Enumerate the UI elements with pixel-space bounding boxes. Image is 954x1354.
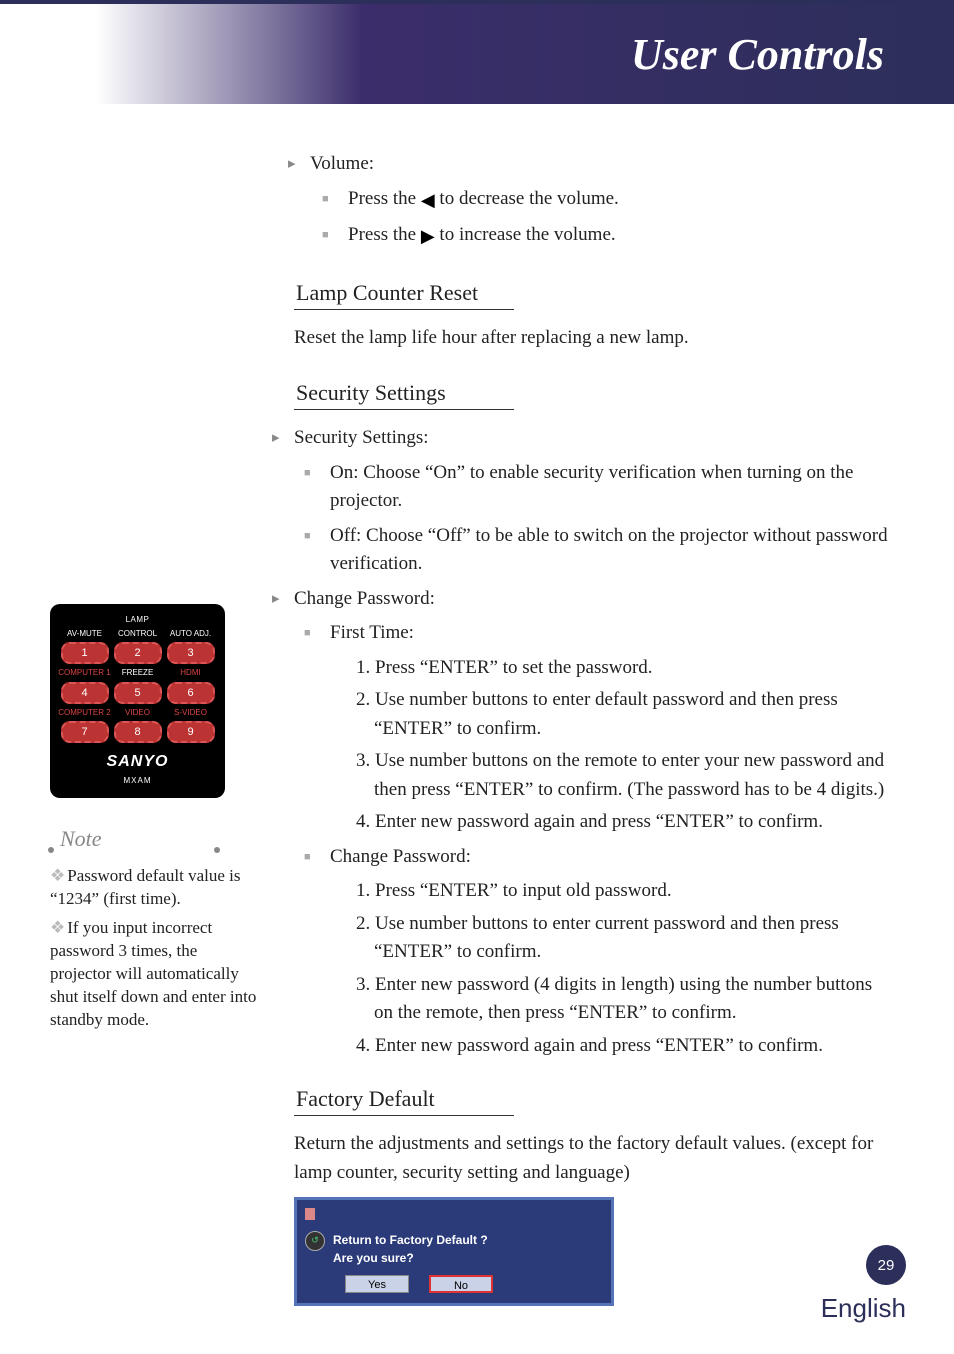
- note-item: ❖Password default value is “1234” (first…: [50, 865, 260, 911]
- first-time-step: 1. Press “ENTER” to set the password.: [356, 654, 894, 683]
- remote-label: AV-MUTE: [58, 628, 110, 639]
- volume-increase: Press the to increase the volume.: [344, 221, 894, 252]
- remote-button-9: 9: [167, 721, 215, 743]
- volume-decrease: Press the to decrease the volume.: [344, 185, 894, 216]
- diamond-bullet-icon: ❖: [50, 918, 65, 937]
- remote-label: HDMI: [164, 667, 216, 678]
- security-heading: Security Settings: [294, 376, 514, 410]
- remote-label: AUTO ADJ.: [164, 628, 216, 639]
- text: Press the: [348, 188, 421, 209]
- first-time-step: 3. Use number buttons on the remote to e…: [356, 747, 894, 804]
- main-content: Volume: Press the to decrease the volume…: [260, 144, 894, 1306]
- remote-button-7: 7: [61, 721, 109, 743]
- volume-heading: Volume:: [310, 150, 894, 179]
- remote-label: S-VIDEO: [164, 707, 216, 718]
- change-label: Change Password:: [326, 843, 894, 872]
- change-step: 3. Enter new password (4 digits in lengt…: [356, 971, 894, 1028]
- dialog-no-button[interactable]: No: [429, 1275, 493, 1293]
- text: Press the: [348, 224, 421, 245]
- change-step: 1. Press “ENTER” to input old password.: [356, 877, 894, 906]
- text: to increase the volume.: [435, 224, 616, 245]
- first-time-step: 4. Enter new password again and press “E…: [356, 808, 894, 837]
- remote-illustration: LAMP AV-MUTE CONTROL AUTO ADJ. 1 2 3 COM…: [50, 604, 225, 798]
- dialog-prompt: Are you sure?: [333, 1249, 488, 1267]
- remote-button-6: 6: [167, 682, 215, 704]
- diamond-bullet-icon: ❖: [50, 866, 65, 885]
- remote-button-3: 3: [167, 642, 215, 664]
- triangle-left-icon: [421, 187, 435, 216]
- note-heading: Note: [60, 824, 260, 855]
- remote-label: COMPUTER 2: [58, 707, 110, 718]
- note-text: If you input incorrect password 3 times,…: [50, 918, 256, 1029]
- change-pw-label: Change Password:: [294, 585, 894, 614]
- change-step: 4. Enter new password again and press “E…: [356, 1032, 894, 1061]
- dialog-corner-icon: [305, 1208, 315, 1220]
- page-title: User Controls: [631, 29, 884, 80]
- remote-label: FREEZE: [111, 667, 163, 678]
- return-icon: ↺: [305, 1231, 325, 1251]
- remote-button-4: 4: [61, 682, 109, 704]
- first-time-label: First Time:: [326, 619, 894, 648]
- remote-button-8: 8: [114, 721, 162, 743]
- page-body: LAMP AV-MUTE CONTROL AUTO ADJ. 1 2 3 COM…: [0, 104, 954, 1306]
- remote-label: COMPUTER 1: [58, 667, 110, 678]
- security-off: Off: Choose “Off” to be able to switch o…: [326, 522, 894, 579]
- triangle-right-icon: [421, 223, 435, 252]
- page-number: 29: [866, 1245, 906, 1285]
- page-header: User Controls: [0, 0, 954, 104]
- first-time-step: 2. Use number buttons to enter default p…: [356, 686, 894, 743]
- factory-default-dialog: ↺ Return to Factory Default ? Are you su…: [294, 1197, 614, 1306]
- page-footer: 29 English: [821, 1245, 906, 1324]
- security-on: On: Choose “On” to enable security verif…: [326, 459, 894, 516]
- dialog-title: Return to Factory Default ?: [333, 1231, 488, 1249]
- remote-label: VIDEO: [111, 707, 163, 718]
- dialog-yes-button[interactable]: Yes: [345, 1275, 409, 1293]
- factory-body: Return the adjustments and settings to t…: [294, 1130, 894, 1187]
- security-settings-label: Security Settings:: [294, 424, 894, 453]
- lamp-body: Reset the lamp life hour after replacing…: [294, 324, 894, 353]
- language-label: English: [821, 1293, 906, 1324]
- remote-button-5: 5: [114, 682, 162, 704]
- remote-top-label: LAMP: [58, 614, 217, 625]
- lamp-heading: Lamp Counter Reset: [294, 276, 514, 310]
- text: to decrease the volume.: [435, 188, 619, 209]
- remote-button-1: 1: [61, 642, 109, 664]
- factory-heading: Factory Default: [294, 1082, 514, 1116]
- note-item: ❖If you input incorrect password 3 times…: [50, 917, 260, 1032]
- remote-model: MXAM: [58, 775, 217, 786]
- note-text: Password default value is “1234” (first …: [50, 866, 241, 908]
- remote-brand: SANYO: [58, 751, 217, 773]
- change-step: 2. Use number buttons to enter current p…: [356, 910, 894, 967]
- remote-button-2: 2: [114, 642, 162, 664]
- sidebar: LAMP AV-MUTE CONTROL AUTO ADJ. 1 2 3 COM…: [50, 144, 260, 1306]
- remote-label: CONTROL: [111, 628, 163, 639]
